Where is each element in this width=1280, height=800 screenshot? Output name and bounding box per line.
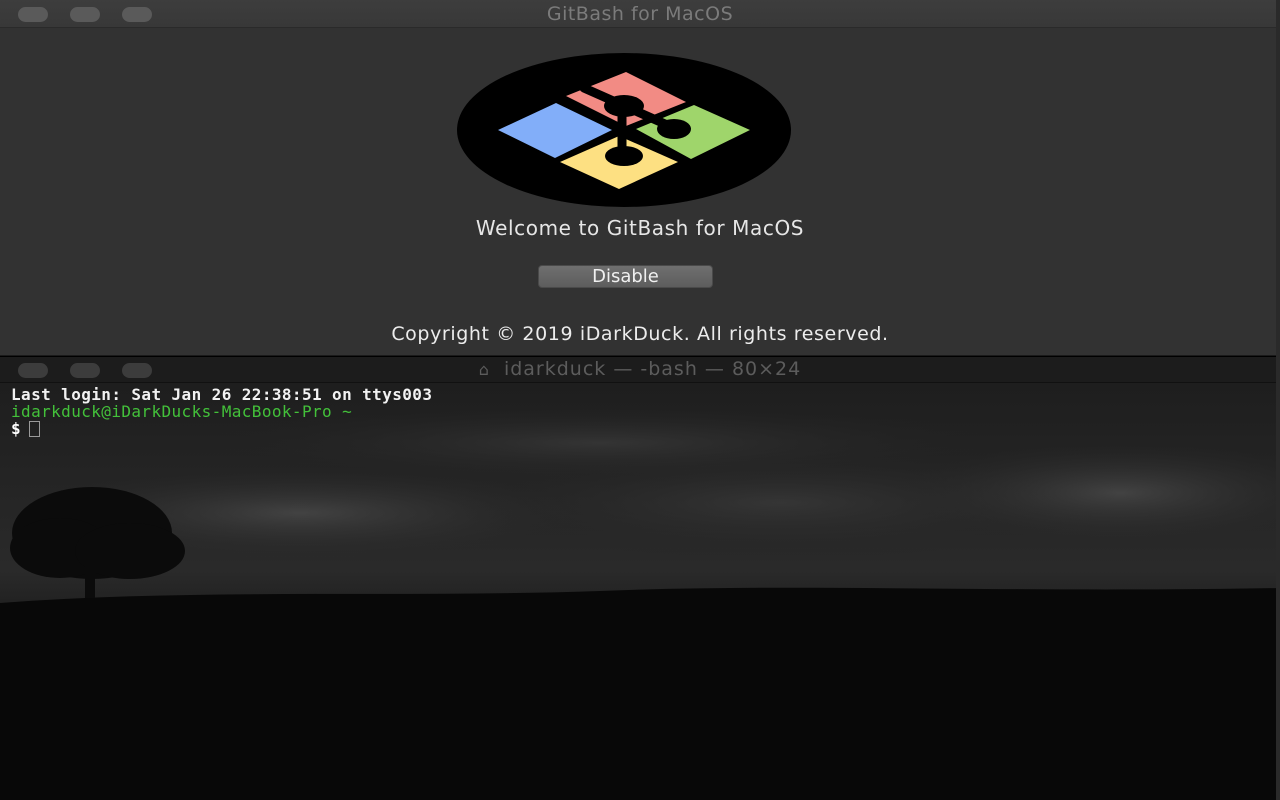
terminal-window: ⌂ idarkduck — -bash — 80×24 Last login: … (0, 357, 1280, 800)
git-windows-logo-icon (457, 53, 791, 207)
app-window-title: GitBash for MacOS (546, 3, 734, 25)
terminal-titlebar[interactable]: ⌂ idarkduck — -bash — 80×24 (0, 357, 1280, 383)
last-login-line: Last login: Sat Jan 26 22:38:51 on ttys0… (11, 385, 433, 404)
app-titlebar[interactable]: GitBash for MacOS (0, 0, 1280, 28)
command-prompt-line[interactable]: $ (11, 420, 1280, 437)
terminal-title-text: idarkduck — -bash — 80×24 (503, 358, 802, 380)
prompt-user-host: idarkduck@iDarkDucks-MacBook-Pro ~ (11, 402, 353, 421)
disable-button[interactable]: Disable (538, 265, 713, 288)
text-cursor[interactable] (29, 421, 41, 437)
welcome-message: Welcome to GitBash for MacOS (475, 216, 805, 240)
terminal-title: ⌂ idarkduck — -bash — 80×24 (0, 358, 1280, 380)
home-folder-icon: ⌂ (478, 360, 490, 379)
copyright-notice: Copyright © 2019 iDarkDuck. All rights r… (391, 323, 889, 345)
desktop-screen: GitBash for MacOS Welcome to GitBash for… (0, 0, 1280, 800)
window-edge (1276, 0, 1280, 800)
gitbash-app-window: GitBash for MacOS Welcome to GitBash for… (0, 0, 1280, 356)
terminal-background-image (0, 383, 1280, 800)
prompt-symbol: $ (11, 419, 22, 438)
terminal-output[interactable]: Last login: Sat Jan 26 22:38:51 on ttys0… (11, 386, 1280, 437)
